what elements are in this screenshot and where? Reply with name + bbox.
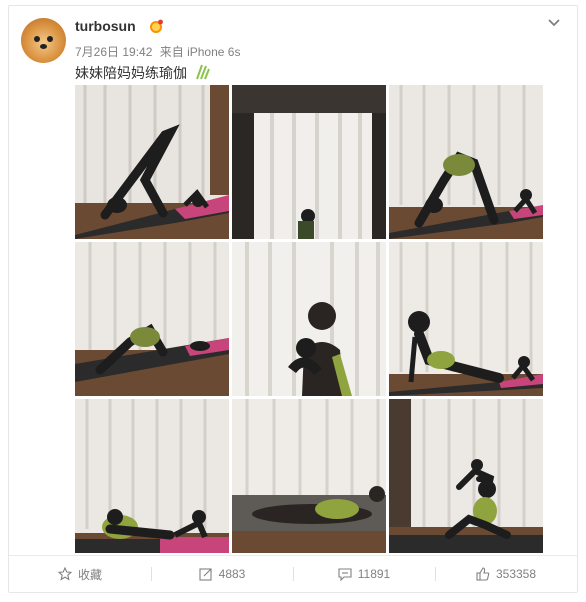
chevron-down-icon[interactable] — [547, 16, 561, 30]
weibo-post-card: turbosun 7月26日 19:42 来自 iPhone 6s 妹妹陪妈妈练… — [8, 5, 578, 593]
avatar[interactable] — [21, 18, 66, 63]
thumbs-up-icon — [476, 567, 490, 581]
comment-button[interactable]: 11891 — [293, 556, 435, 592]
yoga-photo-6-image — [389, 242, 543, 396]
yoga-photo-9-image — [389, 399, 543, 553]
avatar-eye — [34, 36, 40, 42]
star-icon — [57, 567, 72, 581]
comment-icon — [338, 568, 352, 581]
username[interactable]: turbosun — [75, 18, 136, 34]
yoga-photo-8[interactable] — [232, 399, 386, 553]
repost-count: 4883 — [218, 567, 246, 581]
action-bar: 收藏 4883 11891 353358 — [9, 555, 577, 592]
yoga-photo-2[interactable] — [232, 85, 386, 239]
vip-badge-icon[interactable] — [148, 18, 164, 34]
avatar-eye — [47, 36, 53, 42]
favorite-button[interactable]: 收藏 — [9, 556, 151, 592]
like-count: 353358 — [495, 567, 537, 581]
yoga-photo-4[interactable] — [75, 242, 229, 396]
yoga-photo-4-image — [75, 242, 229, 396]
yoga-photo-3[interactable] — [389, 85, 543, 239]
yoga-photo-1-image — [75, 85, 229, 239]
repost-icon — [199, 568, 212, 581]
post-date[interactable]: 7月26日 19:42 — [75, 45, 152, 59]
yoga-photo-7-image — [75, 399, 229, 553]
repost-button[interactable]: 4883 — [151, 556, 293, 592]
sparkle-emoji-icon — [195, 64, 210, 80]
yoga-photo-8-image — [232, 399, 386, 553]
yoga-photo-5-image — [232, 242, 386, 396]
yoga-photo-5[interactable] — [232, 242, 386, 396]
yoga-photo-2-image — [232, 85, 386, 239]
like-button[interactable]: 353358 — [435, 556, 577, 592]
post-meta: 7月26日 19:42 来自 iPhone 6s — [75, 43, 244, 60]
favorite-label: 收藏 — [77, 567, 102, 582]
post-text: 妹妹陪妈妈练瑜伽 — [75, 63, 211, 83]
yoga-photo-3-image — [389, 85, 543, 239]
yoga-photo-7[interactable] — [75, 399, 229, 553]
yoga-photo-1[interactable] — [75, 85, 229, 239]
yoga-photo-9[interactable] — [389, 399, 543, 553]
post-source: 来自 iPhone 6s — [159, 45, 241, 59]
photo-grid — [75, 85, 545, 555]
yoga-photo-6[interactable] — [389, 242, 543, 396]
avatar-nose — [40, 44, 47, 49]
post-text-content: 妹妹陪妈妈练瑜伽 — [75, 65, 187, 81]
comment-count: 11891 — [357, 567, 391, 581]
